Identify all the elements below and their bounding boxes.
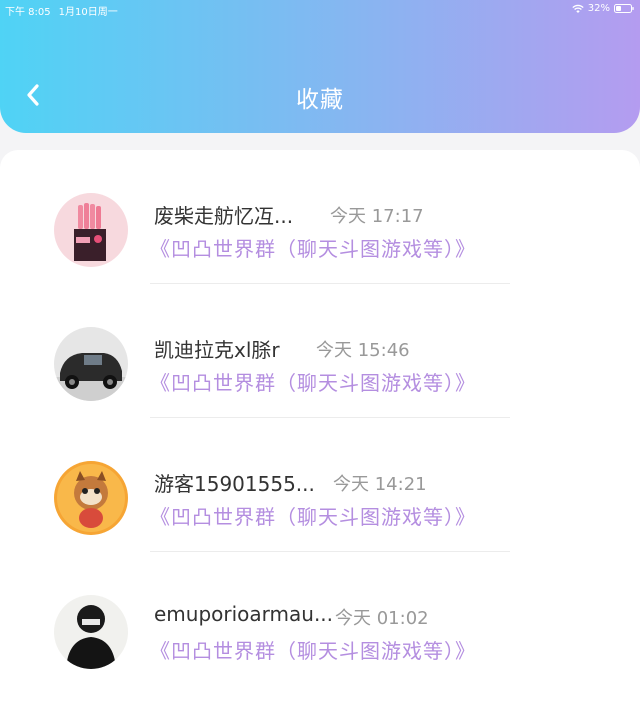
page-title: 收藏 [296,87,344,113]
favorite-item[interactable]: emuporioarmau... 今天 01:02 《凹凸世界群（聊天斗图游戏等… [0,552,640,686]
status-bar: 下午 8:05 1月10日周一 32% [0,0,640,18]
battery-percent: 32% [587,3,610,14]
avatar [54,595,128,669]
favorite-time: 今天 01:02 [335,608,429,629]
wifi-icon [572,4,584,14]
favorite-name: 凯迪拉克xl脎r [154,338,280,362]
favorite-time: 今天 15:46 [316,340,410,361]
avatar [54,327,128,401]
favorites-list: 废柴走舫忆冱... 今天 17:17 《凹凸世界群（聊天斗图游戏等）》 凯迪拉克… [0,150,640,710]
battery-icon [614,4,634,13]
favorite-name: emuporioarmau... [154,602,334,626]
group-link[interactable]: 《凹凸世界群（聊天斗图游戏等）》 [150,635,476,664]
favorite-item[interactable]: 游客15901555... 今天 14:21 《凹凸世界群（聊天斗图游戏等）》 [0,418,640,552]
favorite-name: 游客15901555... [154,472,315,496]
header-bar: 下午 8:05 1月10日周一 32% 收藏 [0,0,640,133]
favorite-item[interactable]: 废柴走舫忆冱... 今天 17:17 《凹凸世界群（聊天斗图游戏等）》 [0,150,640,284]
status-time: 下午 8:05 [5,7,51,18]
avatar [54,193,128,267]
status-date: 1月10日周一 [58,7,118,18]
favorite-item[interactable]: 凯迪拉克xl脎r 今天 15:46 《凹凸世界群（聊天斗图游戏等）》 [0,284,640,418]
group-link[interactable]: 《凹凸世界群（聊天斗图游戏等）》 [150,367,476,396]
avatar [54,461,128,535]
favorite-time: 今天 17:17 [330,206,424,227]
group-link[interactable]: 《凹凸世界群（聊天斗图游戏等）》 [150,501,476,530]
favorite-time: 今天 14:21 [333,474,427,495]
group-link[interactable]: 《凹凸世界群（聊天斗图游戏等）》 [150,233,476,262]
favorite-name: 废柴走舫忆冱... [154,204,294,228]
